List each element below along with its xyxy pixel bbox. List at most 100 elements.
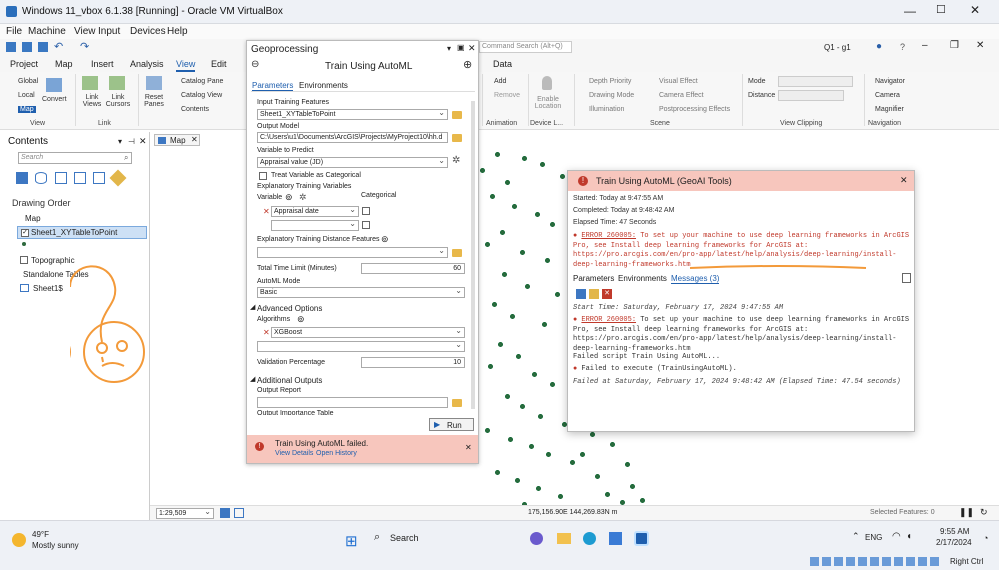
- distance-features-select[interactable]: [257, 247, 448, 258]
- layer-name[interactable]: Sheet1_XYTableToPoint: [31, 228, 117, 237]
- reset-panes-button[interactable]: Reset Panes: [142, 94, 166, 108]
- user-name[interactable]: Q1 - g1: [824, 43, 851, 52]
- contents-search-input[interactable]: Search: [18, 152, 132, 164]
- mode-select[interactable]: [778, 76, 853, 87]
- location-pin-icon[interactable]: [542, 76, 552, 90]
- back-icon[interactable]: ⊖: [251, 59, 259, 70]
- catalog-view-button[interactable]: Catalog View: [181, 92, 222, 99]
- save-icon[interactable]: [38, 42, 48, 52]
- illumination-button[interactable]: Illumination: [589, 106, 624, 113]
- meet-icon[interactable]: [530, 532, 543, 545]
- predict-variable-select[interactable]: Appraisal value (JD): [257, 157, 448, 168]
- tab-view[interactable]: View: [176, 59, 196, 72]
- advanced-options-heading[interactable]: Advanced Options: [257, 304, 322, 313]
- menu-view[interactable]: View: [74, 26, 96, 37]
- collapse-outputs-icon[interactable]: ◢: [250, 375, 255, 383]
- input-features-select[interactable]: Sheet1_XYTableToPoint: [257, 109, 448, 120]
- add-button[interactable]: Add: [494, 78, 506, 85]
- settings-gear-icon[interactable]: ✲: [452, 155, 460, 166]
- remove-button[interactable]: Remove: [494, 92, 520, 99]
- list-drawing-order-icon[interactable]: [16, 172, 28, 184]
- clock-time[interactable]: 9:55 AM: [940, 527, 969, 536]
- store-icon[interactable]: [609, 532, 622, 545]
- convert-button[interactable]: Convert: [42, 96, 67, 103]
- menu-input[interactable]: Input: [98, 26, 120, 37]
- open-project-icon[interactable]: [22, 42, 32, 52]
- close-contents-icon[interactable]: ✕: [139, 136, 147, 147]
- distance-input[interactable]: [778, 90, 844, 101]
- algorithms-options-icon[interactable]: ⊚: [297, 314, 305, 325]
- postprocessing-button[interactable]: Postprocessing Effects: [659, 106, 730, 113]
- reset-panes-icon[interactable]: [146, 76, 162, 90]
- add-tool-icon[interactable]: ⊕: [463, 58, 472, 71]
- automl-mode-select[interactable]: Basic: [257, 287, 465, 298]
- map-node[interactable]: Map: [25, 214, 41, 223]
- run-button[interactable]: ▶ Run: [429, 418, 474, 431]
- list-by-source-icon[interactable]: [35, 172, 47, 184]
- menu-file[interactable]: File: [6, 26, 22, 37]
- gp-close-icon[interactable]: ✕: [468, 43, 476, 54]
- view-details-link[interactable]: View Details: [275, 450, 313, 457]
- minimize-icon[interactable]: —: [904, 4, 916, 18]
- topographic-checkbox[interactable]: [20, 256, 28, 264]
- undo-icon[interactable]: ↶: [54, 40, 63, 53]
- weather-desc[interactable]: Mostly sunny: [32, 541, 79, 550]
- error-filter-icon[interactable]: ✕: [602, 289, 612, 299]
- empty-categorical-checkbox[interactable]: [362, 221, 370, 229]
- output-report-input[interactable]: [257, 397, 448, 408]
- maximize-icon[interactable]: ☐: [936, 3, 946, 16]
- browse-folder-icon[interactable]: [452, 111, 462, 119]
- tab-project[interactable]: Project: [10, 59, 38, 69]
- remove-algorithm-icon[interactable]: ✕: [263, 328, 270, 337]
- language[interactable]: ENG: [865, 533, 882, 542]
- list-by-selection-icon[interactable]: [55, 172, 67, 184]
- pause-icon[interactable]: ❚❚: [959, 507, 974, 518]
- pane-options-icon[interactable]: ▾: [118, 137, 122, 146]
- output-model-input[interactable]: C:\Users\u1\Documents\ArcGIS\Projects\My…: [257, 132, 448, 143]
- weather-sun-icon[interactable]: [12, 533, 26, 547]
- collapse-advanced-icon[interactable]: ◢: [250, 303, 255, 311]
- grid-icon[interactable]: [234, 508, 244, 518]
- variable-categorical-checkbox[interactable]: [362, 207, 370, 215]
- refresh-icon[interactable]: ↻: [980, 507, 988, 518]
- weather-temp[interactable]: 49°F: [32, 530, 49, 539]
- drawing-mode-button[interactable]: Drawing Mode: [589, 92, 634, 99]
- popup-tab-environments[interactable]: Environments: [618, 274, 667, 283]
- contents-search-icon[interactable]: ⌕: [124, 153, 128, 163]
- remove-row-icon[interactable]: ✕: [263, 207, 270, 216]
- navigator-button[interactable]: Navigator: [875, 78, 905, 85]
- distance-options-icon[interactable]: ⊚: [381, 234, 389, 245]
- close-icon[interactable]: ✕: [970, 3, 980, 17]
- tab-map[interactable]: Map: [55, 59, 73, 69]
- time-limit-input[interactable]: 60: [361, 263, 465, 274]
- contents-button[interactable]: Contents: [181, 106, 209, 113]
- tab-environments[interactable]: Environments: [299, 81, 348, 90]
- gp-scrollbar[interactable]: [471, 101, 475, 409]
- close-map-tab-icon[interactable]: ✕: [191, 135, 198, 144]
- sheet-table[interactable]: Sheet1$: [33, 284, 63, 293]
- categorical-checkbox[interactable]: [259, 172, 267, 180]
- algorithm-select[interactable]: XGBoost: [271, 327, 465, 338]
- popup-close-icon[interactable]: ✕: [900, 175, 908, 186]
- global-button[interactable]: Global: [18, 78, 38, 85]
- message-error-code[interactable]: ERROR 260005:: [581, 316, 636, 324]
- magnifier-button[interactable]: Magnifier: [875, 106, 904, 113]
- topographic-layer[interactable]: Topographic: [31, 256, 75, 265]
- volume-icon[interactable]: ◖: [906, 531, 912, 542]
- gp-maximize-icon[interactable]: ▣: [457, 43, 465, 52]
- link-cursors-button[interactable]: Link Cursors: [104, 94, 132, 108]
- menu-devices[interactable]: Devices: [130, 26, 166, 37]
- redo-icon[interactable]: ↷: [80, 40, 89, 53]
- browse-folder-icon[interactable]: [452, 249, 462, 257]
- open-history-link[interactable]: Open History: [316, 450, 357, 457]
- info-filter-icon[interactable]: [576, 289, 586, 299]
- visual-effect-button[interactable]: Visual Effect: [659, 78, 698, 85]
- link-cursors-icon[interactable]: [109, 76, 125, 90]
- view-tools-icon[interactable]: [220, 508, 230, 518]
- link-views-icon[interactable]: [82, 76, 98, 90]
- app-close-icon[interactable]: ✕: [976, 40, 984, 51]
- additional-outputs-heading[interactable]: Additional Outputs: [257, 376, 322, 385]
- link-views-button[interactable]: Link Views: [80, 94, 104, 108]
- wifi-icon[interactable]: ◠: [892, 531, 901, 542]
- new-project-icon[interactable]: [6, 42, 16, 52]
